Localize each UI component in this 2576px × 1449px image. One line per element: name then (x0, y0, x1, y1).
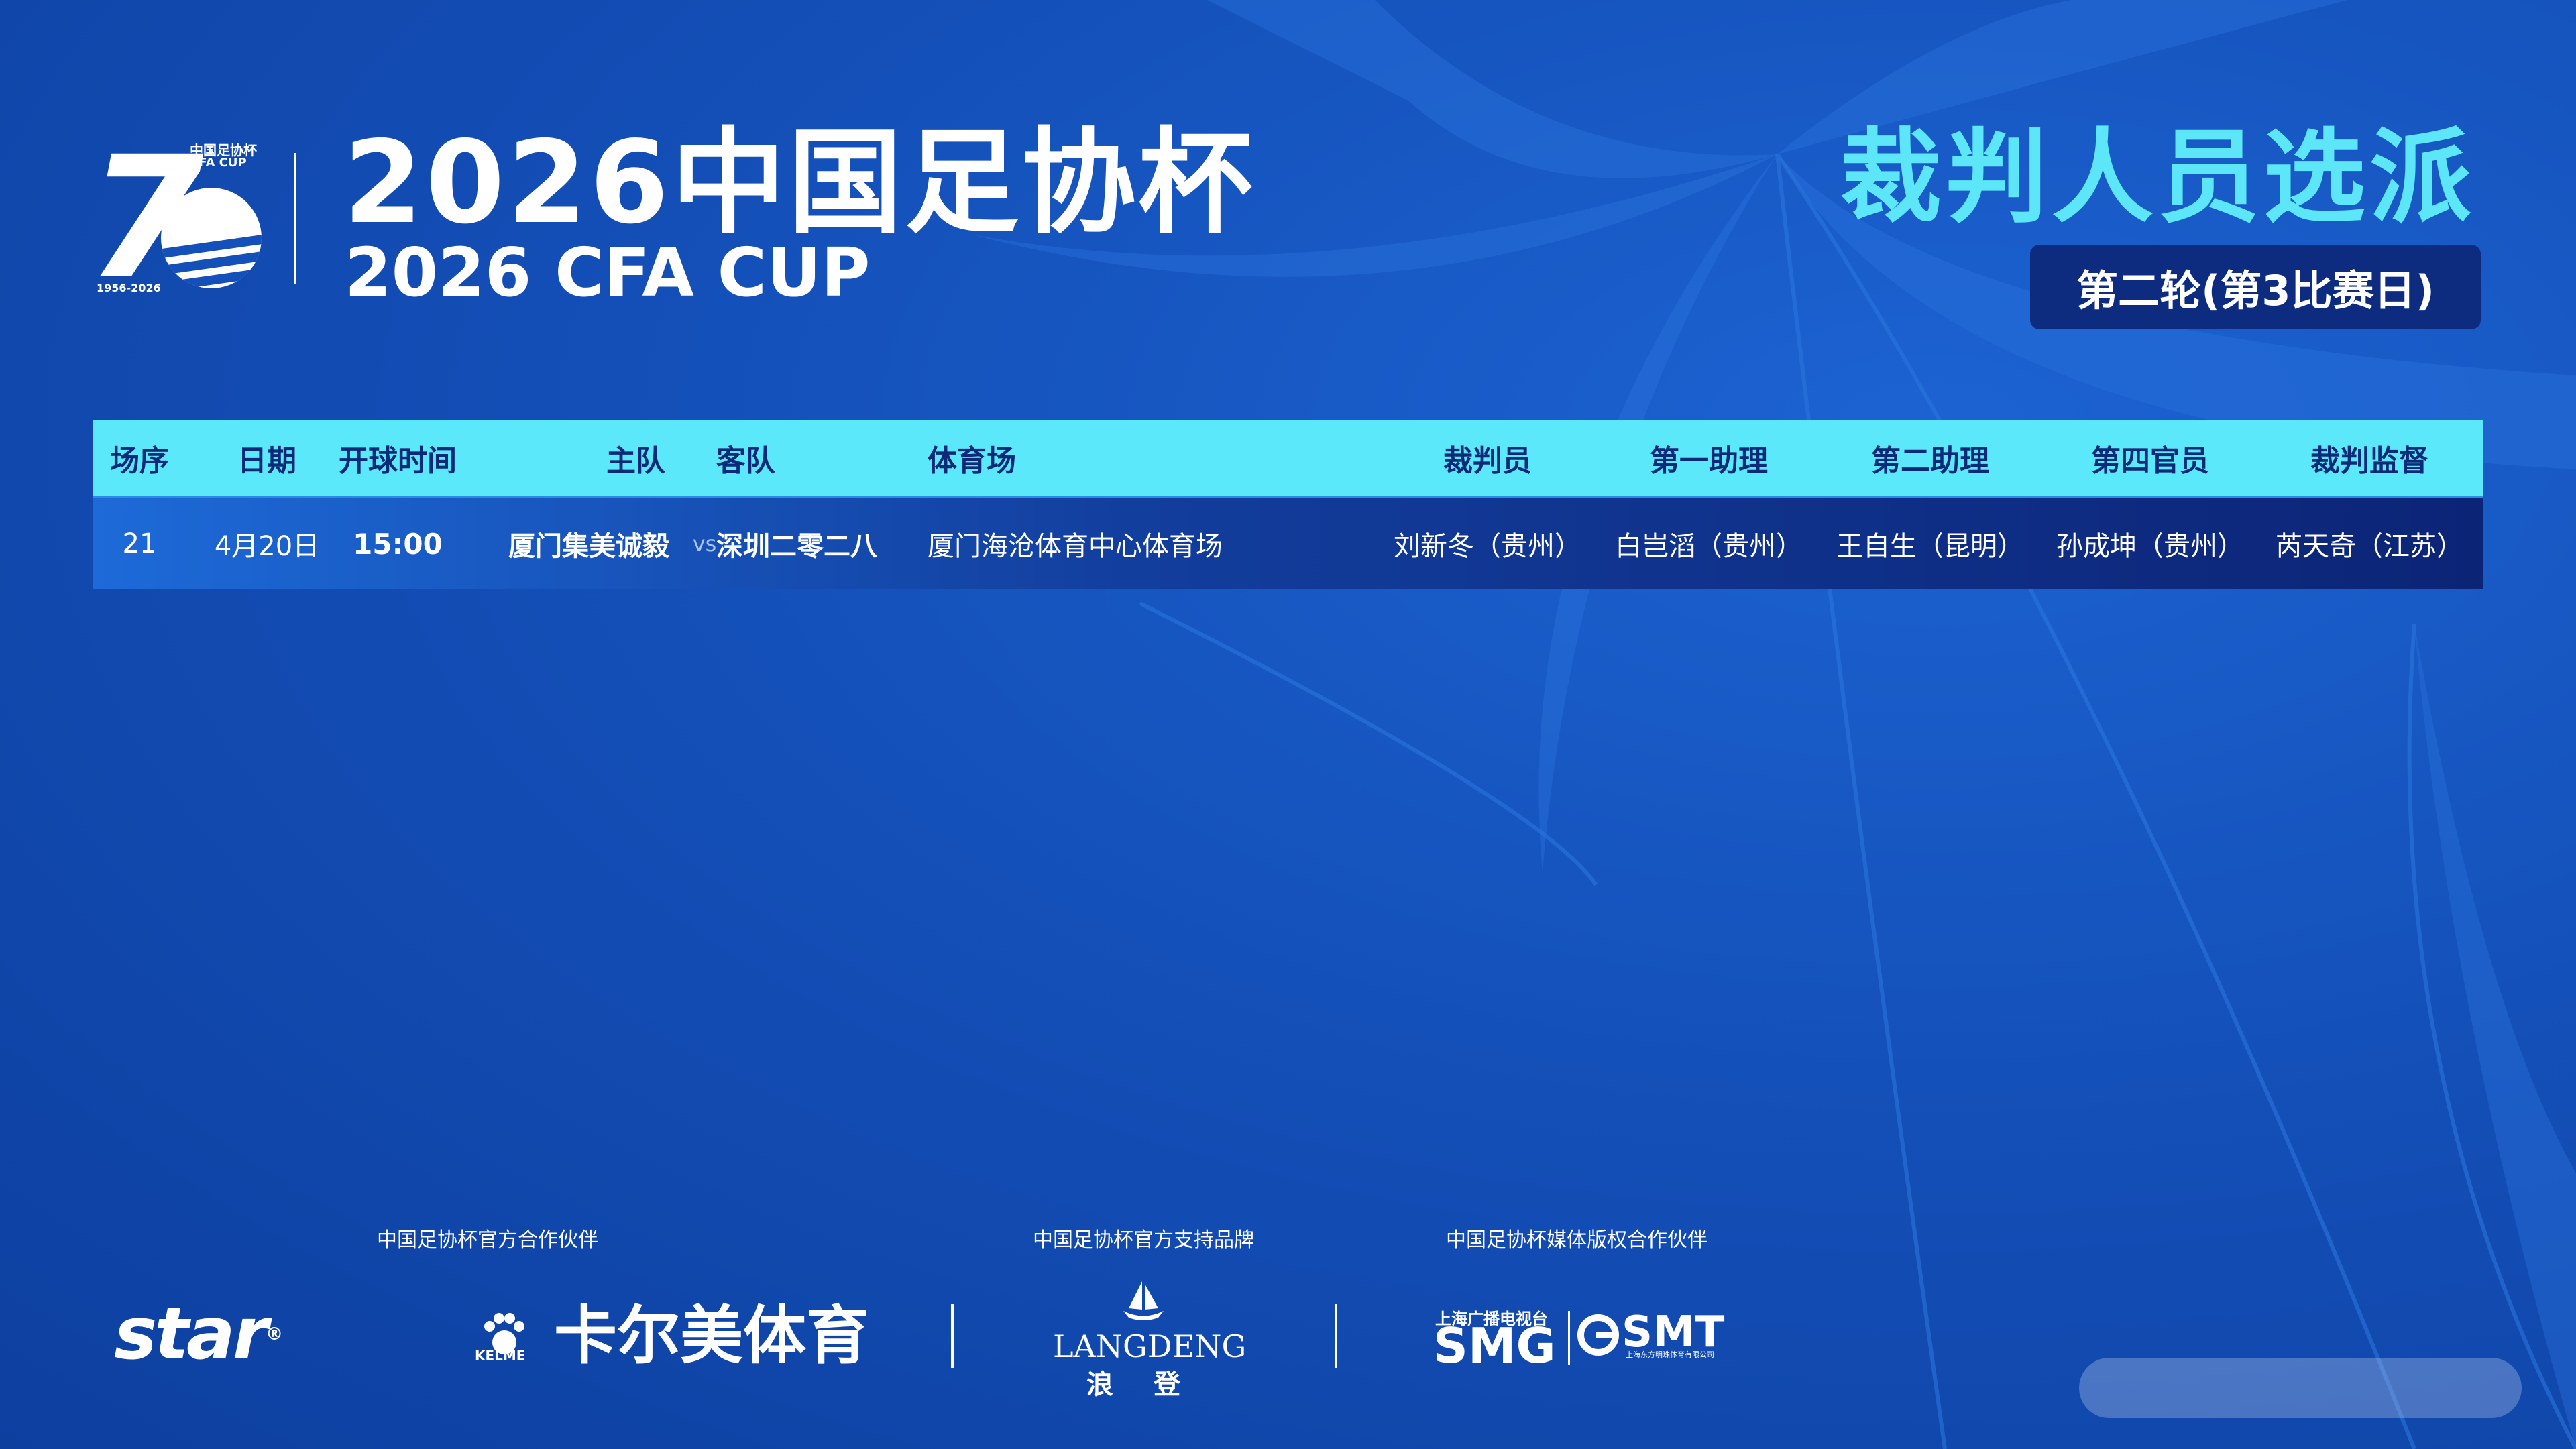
sponsor-divider-2 (1335, 1304, 1337, 1368)
watermark (2079, 1358, 2522, 1418)
football-icon (161, 188, 262, 288)
cell-date: 4月20日 (214, 531, 320, 562)
smg-logo: SMG (1433, 1318, 1556, 1374)
cell-away: 深圳二零二八 (716, 531, 877, 562)
cfa-70-logo: 7 中国足协杯 CFA CUP 1956-2026 (87, 134, 268, 302)
smt-sub: 上海东方明珠体育有限公司 (1626, 1350, 1714, 1359)
header-assistant1: 第一助理 (1650, 444, 1768, 478)
kelme-text: 卡尔美体育 (554, 1299, 870, 1373)
header-stadium: 体育场 (928, 444, 1016, 478)
cell-stadium: 厦门海沧体育中心体育场 (928, 531, 1223, 562)
header-home: 主队 (606, 444, 665, 478)
header-date: 日期 (237, 444, 296, 478)
title-en: 2026 CFA CUP (345, 233, 871, 312)
langdeng-cn: 浪登 (1086, 1369, 1221, 1400)
langdeng-ship-icon (1123, 1281, 1164, 1320)
round-badge: 第二轮(第3比赛日) (2030, 245, 2481, 329)
kelme-sub: KELME (475, 1348, 526, 1364)
header-time: 开球时间 (339, 444, 457, 478)
smg-separator (1568, 1311, 1570, 1365)
logo-years: 1956-2026 (97, 282, 161, 294)
header-supervisor: 裁判监督 (2310, 444, 2428, 478)
star-logo-text: star (114, 1292, 268, 1376)
header-fourth: 第四官员 (2091, 444, 2209, 478)
table-header: 场序 日期 开球时间 主队 客队 体育场 裁判员 第一助理 第二助理 第四官员 … (93, 420, 2483, 496)
page-heading: 裁判人员选派 (1840, 118, 2475, 237)
cell-assistant2: 王自生（昆明） (1836, 531, 2024, 562)
header-away: 客队 (716, 444, 775, 478)
star-logo: star® (114, 1297, 283, 1371)
logo-small-en: CFA CUP (190, 156, 247, 170)
cell-seq: 21 (122, 528, 157, 559)
referee-table: 场序 日期 开球时间 主队 客队 体育场 裁判员 第一助理 第二助理 第四官员 … (93, 420, 2483, 589)
brand-label: 中国足协杯官方支持品牌 (1033, 1228, 1254, 1252)
cell-assistant1: 白岂滔（贵州） (1615, 531, 1803, 562)
partner-label: 中国足协杯官方合作伙伴 (377, 1228, 598, 1252)
cell-referee: 刘新冬（贵州） (1394, 531, 1581, 562)
header-referee: 裁判员 (1443, 444, 1532, 478)
langdeng-en: LANGDENG (1053, 1328, 1247, 1365)
cell-time: 15:00 (353, 527, 443, 561)
cell-fourth: 孙成坤（贵州） (2056, 531, 2244, 562)
header-seq: 场序 (110, 444, 169, 478)
table-row: 21 4月20日 15:00 厦门集美诚毅 vs 深圳二零二八 厦门海沧体育中心… (93, 496, 2483, 589)
smt-ring-icon (1577, 1314, 1619, 1356)
title-divider (294, 153, 296, 284)
star-reg-mark: ® (266, 1324, 283, 1344)
header-assistant2: 第二助理 (1871, 444, 1989, 478)
title-cn: 2026中国足协杯 (343, 117, 1255, 249)
sponsor-divider-1 (951, 1304, 954, 1368)
cell-supervisor: 芮天奇（江苏） (2276, 531, 2463, 562)
media-label: 中国足协杯媒体版权合作伙伴 (1446, 1228, 1707, 1252)
